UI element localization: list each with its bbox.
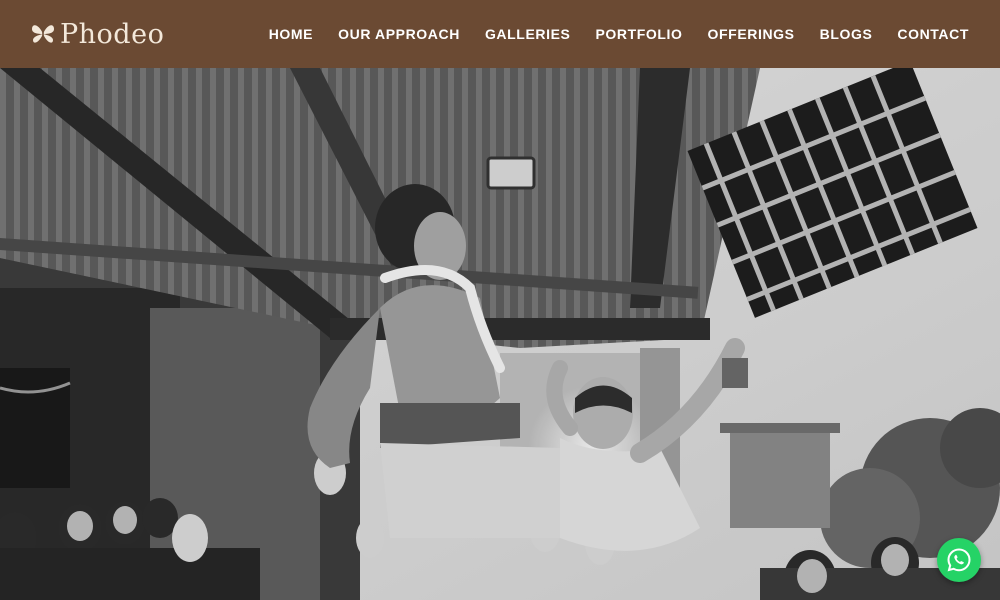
main-nav: HOME OUR APPROACH GALLERIES PORTFOLIO OF… (269, 26, 969, 42)
whatsapp-icon (947, 548, 971, 572)
whatsapp-button[interactable] (937, 538, 981, 582)
nav-galleries[interactable]: GALLERIES (485, 26, 571, 42)
brand-name: Phodeo (60, 18, 165, 50)
hero-image (0, 68, 1000, 600)
site-header: Phodeo HOME OUR APPROACH GALLERIES PORTF… (0, 0, 1000, 68)
nav-contact[interactable]: CONTACT (897, 26, 969, 42)
brand-logo[interactable]: Phodeo (30, 19, 164, 50)
nav-our-approach[interactable]: OUR APPROACH (338, 26, 460, 42)
nav-offerings[interactable]: OFFERINGS (708, 26, 795, 42)
butterfly-icon (32, 25, 54, 43)
nav-portfolio[interactable]: PORTFOLIO (595, 26, 682, 42)
hero-photo (0, 68, 1000, 600)
nav-blogs[interactable]: BLOGS (820, 26, 873, 42)
nav-home[interactable]: HOME (269, 26, 313, 42)
